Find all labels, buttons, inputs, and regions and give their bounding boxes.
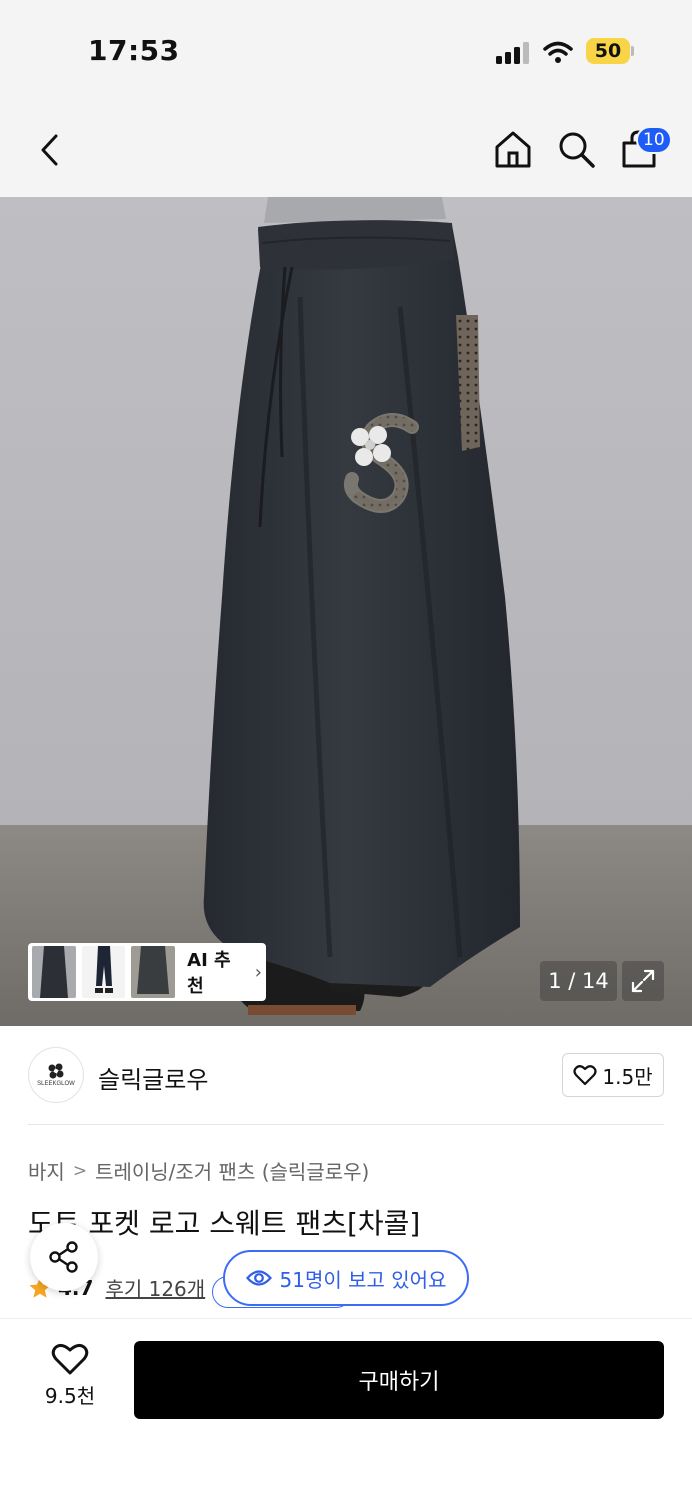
breadcrumb: 바지 > 트레이닝/조거 팬츠 (슬릭글로우): [28, 1156, 369, 1185]
thumbnail-image: [81, 946, 126, 998]
thumbnail-image: [32, 946, 76, 998]
back-button[interactable]: [28, 128, 72, 172]
status-bar: 17:53 50: [0, 0, 692, 100]
battery-icon: 50: [586, 38, 630, 64]
eye-icon: [245, 1270, 272, 1286]
search-button[interactable]: [553, 126, 599, 172]
buy-button[interactable]: 구매하기: [134, 1341, 664, 1419]
breadcrumb-subcategory[interactable]: 트레이닝/조거 팬츠 (슬릭글로우): [95, 1156, 369, 1185]
reviews-link[interactable]: 후기 126개: [105, 1273, 205, 1302]
back-chevron-icon: [41, 134, 58, 166]
brand-like-count: 1.5만: [602, 1064, 653, 1089]
viewers-count-pill: 51명이 보고 있어요: [223, 1250, 469, 1306]
brand-name-link[interactable]: 슬릭글로우: [98, 1060, 208, 1095]
cart-count-badge: 10: [636, 126, 672, 154]
heart-icon: [573, 1065, 597, 1086]
home-icon: [495, 131, 531, 168]
thumbnail-1[interactable]: [32, 946, 76, 998]
chevron-right-icon: ›: [254, 961, 262, 983]
viewers-count-text: 51명이 보고 있어요: [279, 1267, 447, 1292]
brand-flower-icon: [48, 1063, 64, 1079]
wishlist-count: 9.5천: [44, 1384, 96, 1408]
status-time: 17:53: [88, 34, 180, 67]
battery-nub: [631, 46, 634, 56]
chevron-right-icon: >: [72, 1160, 88, 1181]
heart-icon: [51, 1343, 89, 1375]
product-photo: [0, 197, 692, 1026]
top-nav-bar: [0, 100, 692, 197]
wishlist-button[interactable]: 9.5천: [30, 1342, 110, 1418]
home-button[interactable]: [490, 126, 536, 172]
ai-recommend-label: AI 추천: [187, 950, 231, 997]
wifi-icon: [543, 41, 573, 63]
cellular-signal-icon: [496, 42, 532, 64]
share-icon: [49, 1241, 78, 1273]
thumbnail-2[interactable]: [81, 946, 126, 998]
breadcrumb-category[interactable]: 바지: [28, 1156, 65, 1185]
thumbnail-image: [131, 946, 176, 998]
brand-logo-text: SLEEKGLOW: [37, 1081, 75, 1087]
product-image-carousel[interactable]: AI 추천 › 1 / 14: [0, 197, 692, 1026]
brand-logo[interactable]: SLEEKGLOW: [28, 1047, 84, 1103]
ai-recommend-strip[interactable]: AI 추천 ›: [28, 943, 266, 1001]
expand-icon: [631, 969, 655, 993]
thumbnail-3[interactable]: [131, 946, 176, 998]
share-button[interactable]: [30, 1223, 98, 1291]
brand-like-button[interactable]: 1.5만: [562, 1053, 664, 1097]
divider: [28, 1124, 664, 1125]
search-icon: [559, 132, 595, 168]
expand-image-button[interactable]: [622, 961, 664, 1001]
image-page-counter: 1 / 14: [540, 961, 617, 1001]
